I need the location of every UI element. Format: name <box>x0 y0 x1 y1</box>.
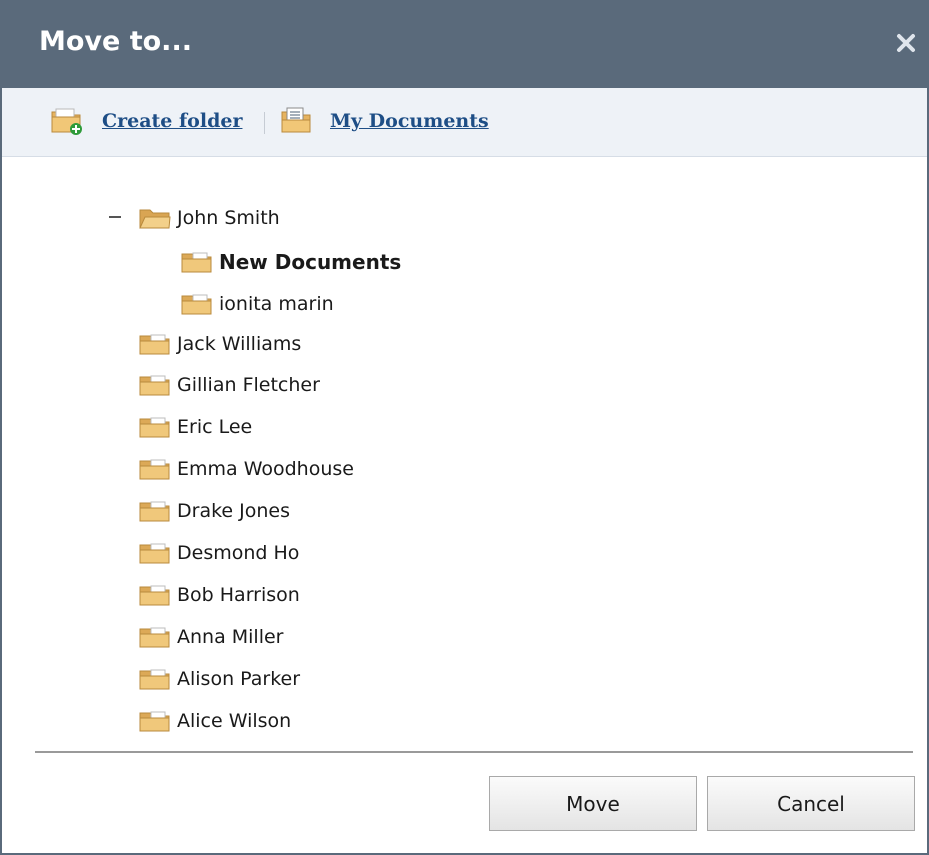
tree-node-label: Anna Miller <box>177 626 284 648</box>
tree-node-label: Drake Jones <box>177 500 290 522</box>
tree-node-label: John Smith <box>177 207 280 229</box>
collapse-toggle[interactable] <box>104 206 126 228</box>
tree-node-label: Alice Wilson <box>177 710 292 732</box>
tree-node-label: ionita marin <box>219 293 334 315</box>
tree-node-label: Desmond Ho <box>177 542 300 564</box>
folder-icon <box>139 669 170 690</box>
tree-node-label: Emma Woodhouse <box>177 458 354 480</box>
tree-node-anna-miller[interactable]: Anna Miller <box>139 623 284 651</box>
folder-icon <box>139 543 170 564</box>
folder-icon <box>181 294 212 315</box>
folder-icon <box>139 585 170 606</box>
dialog-titlebar: Move to... <box>2 0 927 88</box>
collapse-minus-icon <box>109 216 121 218</box>
cancel-button[interactable]: Cancel <box>707 776 915 831</box>
folder-icon <box>139 627 170 648</box>
tree-node-label: Jack Williams <box>177 333 302 355</box>
tree-node-label: New Documents <box>219 250 402 274</box>
move-button[interactable]: Move <box>489 776 697 831</box>
tree-node-ionita-marin[interactable]: ionita marin <box>181 290 334 318</box>
tree-node-label: Gillian Fletcher <box>177 374 320 396</box>
footer-divider <box>35 751 913 753</box>
my-documents-button[interactable]: My Documents <box>280 106 489 136</box>
tree-node-jack-williams[interactable]: Jack Williams <box>139 330 301 358</box>
folder-icon <box>181 252 212 273</box>
tree-node-alison-parker[interactable]: Alison Parker <box>139 665 300 693</box>
tree-node-john-smith[interactable]: John Smith <box>139 204 280 232</box>
dialog-title: Move to... <box>39 26 192 57</box>
tree-node-gillian-fletcher[interactable]: Gillian Fletcher <box>139 371 320 399</box>
tree-node-emma-woodhouse[interactable]: Emma Woodhouse <box>139 455 354 483</box>
tree-node-bob-harrison[interactable]: Bob Harrison <box>139 581 300 609</box>
documents-folder-icon <box>281 107 311 133</box>
tree-node-label: Eric Lee <box>177 416 253 438</box>
folder-icon <box>139 417 170 438</box>
my-documents-link[interactable]: My Documents <box>330 110 489 132</box>
folder-icon <box>139 459 170 480</box>
create-folder-button[interactable]: Create folder <box>50 106 242 136</box>
tree-node-label: Alison Parker <box>177 668 301 690</box>
folder-icon <box>139 375 170 396</box>
folder-open-icon <box>139 209 171 229</box>
move-to-dialog: Move to... Create folder My Documents Jo… <box>0 0 929 855</box>
tree-node-drake-jones[interactable]: Drake Jones <box>139 497 290 525</box>
create-folder-link[interactable]: Create folder <box>102 110 242 132</box>
folder-icon <box>139 334 170 355</box>
folder-icon <box>139 711 170 732</box>
tree-node-label: Bob Harrison <box>177 584 300 606</box>
folder-add-icon <box>51 108 82 135</box>
tree-node-desmond-ho[interactable]: Desmond Ho <box>139 539 299 567</box>
tree-node-eric-lee[interactable]: Eric Lee <box>139 413 252 441</box>
folder-icon <box>139 501 170 522</box>
close-icon[interactable] <box>893 30 919 56</box>
dialog-toolbar: Create folder My Documents <box>2 88 927 157</box>
tree-node-alice-wilson[interactable]: Alice Wilson <box>139 707 291 735</box>
toolbar-separator <box>264 112 265 134</box>
tree-node-new-documents[interactable]: New Documents <box>181 248 401 276</box>
